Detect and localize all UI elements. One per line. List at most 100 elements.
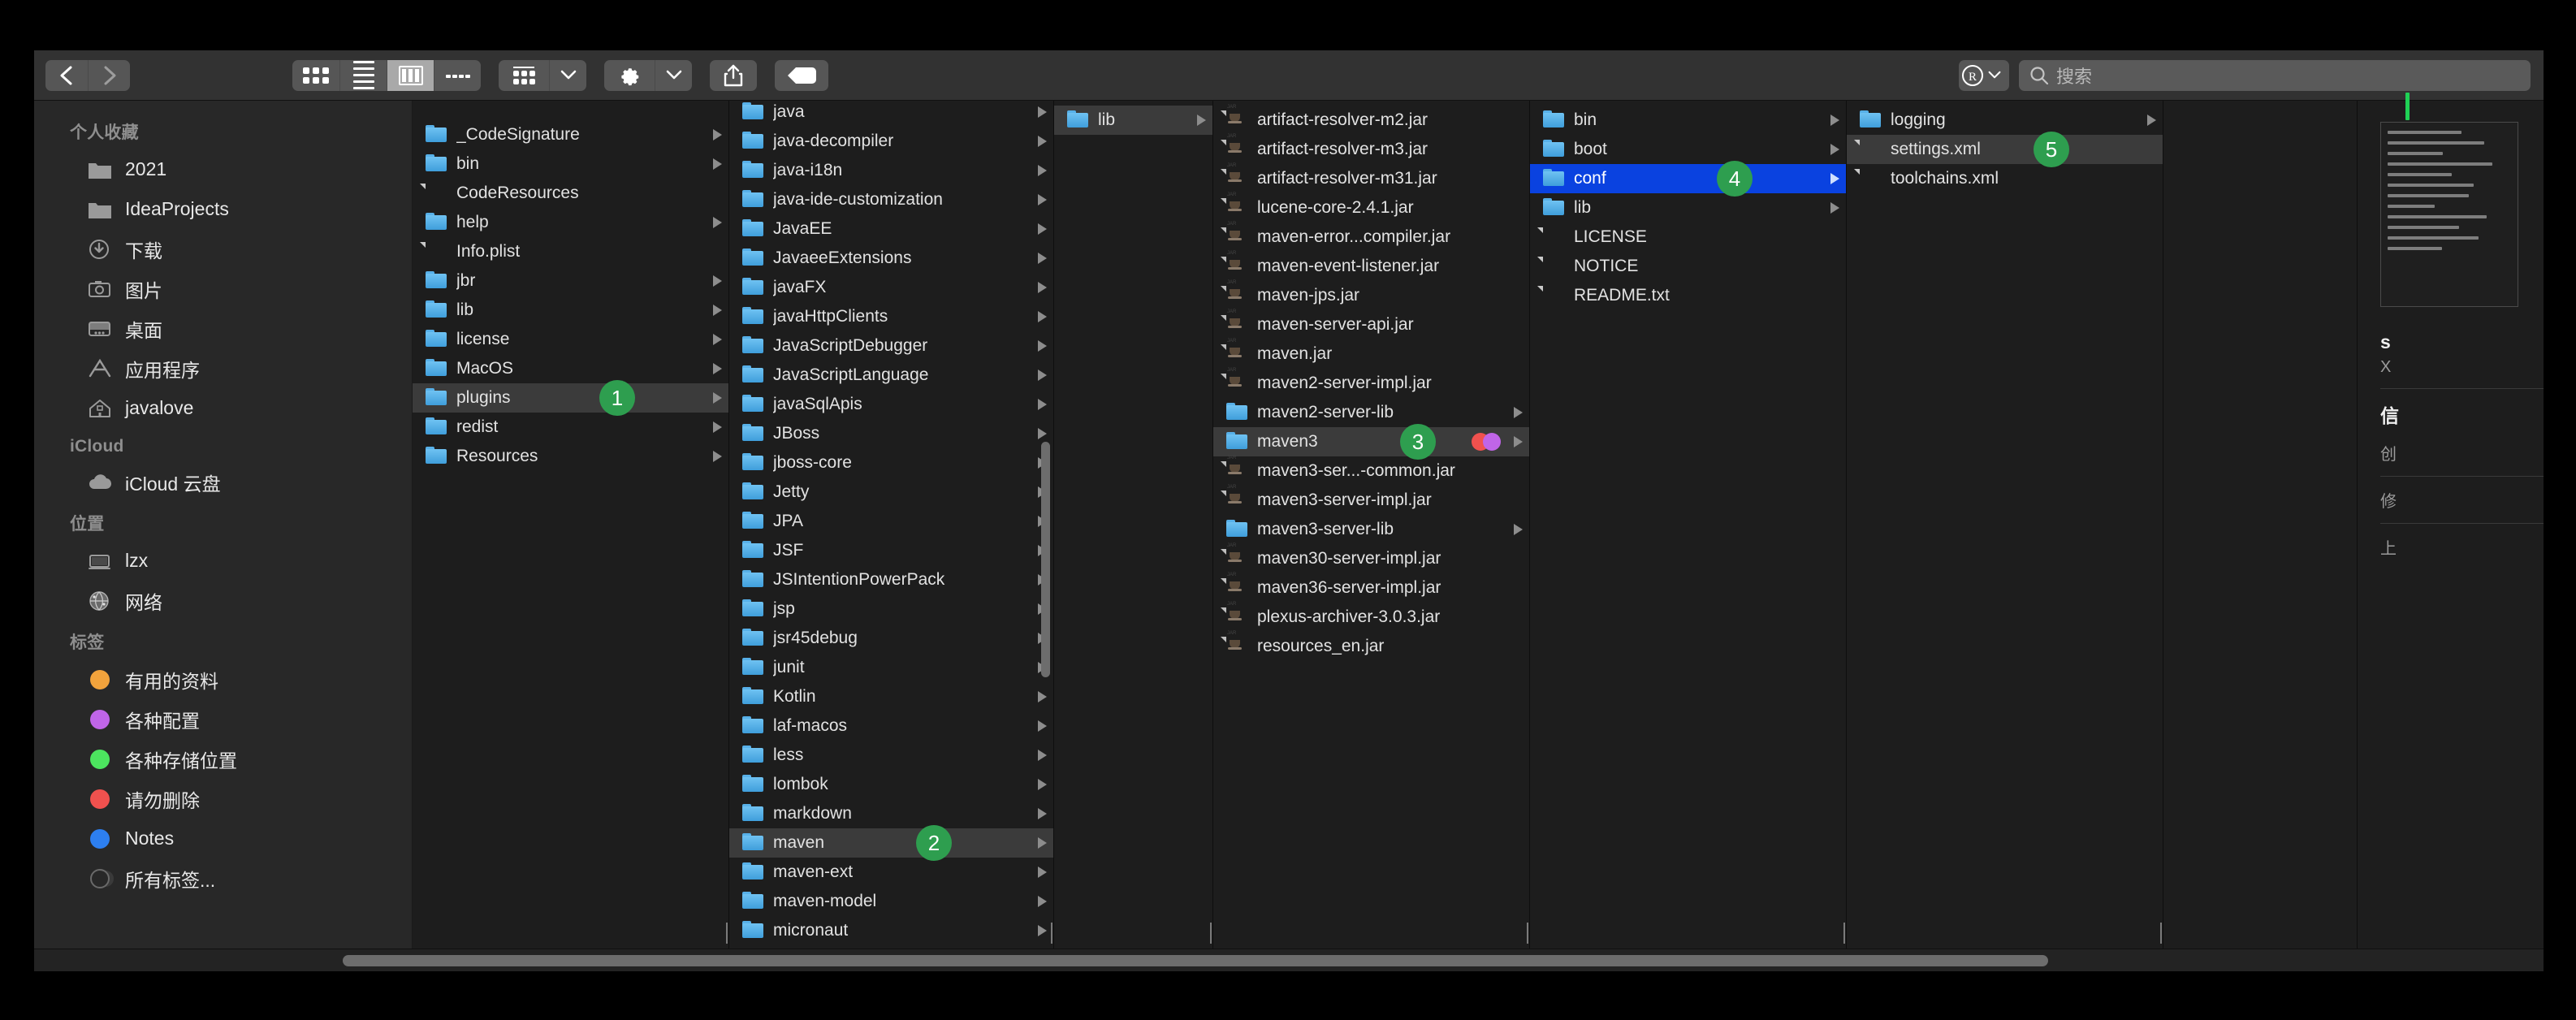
file-row[interactable]: JAR artifact-resolver-m3.jar — [1213, 134, 1529, 164]
disclosure-arrow-icon[interactable] — [713, 217, 722, 228]
file-row[interactable]: java-decompiler — [729, 127, 1053, 156]
sidebar-item-[interactable]: 有用的资料 — [34, 659, 412, 699]
file-row[interactable]: lib — [1054, 106, 1212, 135]
disclosure-arrow-icon[interactable] — [1038, 223, 1047, 235]
sidebar-item-[interactable]: 网络 — [34, 581, 412, 620]
disclosure-arrow-icon[interactable] — [1038, 428, 1047, 439]
file-row[interactable]: jsp — [729, 594, 1053, 624]
disclosure-arrow-icon[interactable] — [1038, 340, 1047, 352]
disclosure-arrow-icon[interactable] — [1038, 720, 1047, 732]
file-row[interactable]: javaFX — [729, 273, 1053, 302]
sidebar-item-[interactable]: 各种配置 — [34, 699, 412, 739]
file-row[interactable]: maven 2 — [729, 825, 1053, 861]
disclosure-arrow-icon[interactable] — [1038, 253, 1047, 264]
disclosure-arrow-icon[interactable] — [1197, 115, 1206, 126]
view-as-list-button[interactable] — [339, 59, 387, 91]
view-as-icons-button[interactable] — [292, 60, 339, 91]
file-row[interactable]: NOTICE — [1530, 252, 1846, 281]
file-row[interactable]: plugins 1 — [413, 380, 728, 416]
view-as-gallery-button[interactable] — [434, 59, 481, 91]
disclosure-arrow-icon[interactable] — [1830, 202, 1839, 214]
file-row[interactable]: less — [729, 741, 1053, 770]
file-row[interactable]: JavaEE — [729, 214, 1053, 244]
file-row[interactable]: redist — [413, 413, 728, 442]
disclosure-arrow-icon[interactable] — [1514, 407, 1523, 418]
file-row[interactable]: jboss-core — [729, 448, 1053, 478]
file-row[interactable]: JavaeeExtensions — [729, 244, 1053, 273]
disclosure-arrow-icon[interactable] — [1038, 750, 1047, 761]
file-row[interactable]: LICENSE — [1530, 223, 1846, 252]
file-row[interactable]: JavaScriptDebugger — [729, 331, 1053, 361]
file-row[interactable]: JPA — [729, 507, 1053, 536]
vertical-scrollbar[interactable] — [1041, 442, 1050, 677]
sidebar-item-[interactable]: 下载 — [34, 229, 412, 269]
sidebar-item-[interactable]: 所有标签... — [34, 858, 412, 898]
file-row[interactable]: javaHttpClients — [729, 302, 1053, 331]
disclosure-arrow-icon[interactable] — [1038, 837, 1047, 849]
disclosure-arrow-icon[interactable] — [713, 363, 722, 374]
file-row[interactable]: Jetty — [729, 478, 1053, 507]
sidebar-item-lzx[interactable]: lzx — [34, 541, 412, 581]
file-row[interactable]: javaSqlApis — [729, 390, 1053, 419]
file-row[interactable]: CodeResources — [413, 179, 728, 208]
file-row[interactable]: JAR maven-error...compiler.jar — [1213, 222, 1529, 252]
file-row[interactable]: bin — [1530, 106, 1846, 135]
disclosure-arrow-icon[interactable] — [1038, 311, 1047, 322]
file-row[interactable]: lib — [413, 296, 728, 325]
disclosure-arrow-icon[interactable] — [713, 421, 722, 433]
back-button[interactable] — [45, 60, 88, 91]
file-row[interactable]: JAR lucene-core-2.4.1.jar — [1213, 192, 1529, 223]
file-row[interactable]: JSF — [729, 536, 1053, 565]
file-row[interactable]: JAR maven.jar — [1213, 339, 1529, 369]
disclosure-arrow-icon[interactable] — [1830, 144, 1839, 155]
disclosure-arrow-icon[interactable] — [1038, 194, 1047, 205]
sidebar-item-[interactable]: 请勿删除 — [34, 779, 412, 819]
file-row[interactable]: JAR maven-server-api.jar — [1213, 309, 1529, 339]
tag-filter-button[interactable]: R — [1959, 59, 2009, 91]
disclosure-arrow-icon[interactable] — [713, 305, 722, 316]
horizontal-scrollbar-thumb[interactable] — [343, 955, 2048, 966]
action-menu-chevron[interactable] — [655, 59, 692, 91]
disclosure-arrow-icon[interactable] — [1514, 524, 1523, 535]
disclosure-arrow-icon[interactable] — [1038, 370, 1047, 381]
file-row[interactable]: settings.xml 5 — [1847, 132, 2163, 167]
file-row[interactable]: JAR maven3-ser...-common.jar — [1213, 456, 1529, 486]
share-button[interactable] — [710, 60, 757, 91]
file-row[interactable]: JAR maven3-server-impl.jar — [1213, 485, 1529, 515]
edit-tags-button[interactable] — [775, 60, 828, 91]
view-as-columns-button[interactable] — [387, 59, 434, 91]
disclosure-arrow-icon[interactable] — [1038, 896, 1047, 907]
disclosure-arrow-icon[interactable] — [713, 392, 722, 404]
file-row[interactable]: JBoss — [729, 419, 1053, 448]
disclosure-arrow-icon[interactable] — [1038, 165, 1047, 176]
sidebar-item-[interactable]: 各种存储位置 — [34, 739, 412, 779]
file-row[interactable]: laf-macos — [729, 711, 1053, 741]
file-row[interactable]: logging — [1847, 106, 2163, 135]
horizontal-scrollbar[interactable] — [34, 949, 2544, 971]
disclosure-arrow-icon[interactable] — [1038, 691, 1047, 702]
file-row[interactable]: jbr — [413, 266, 728, 296]
sidebar-item-javalove[interactable]: javalove — [34, 388, 412, 428]
disclosure-arrow-icon[interactable] — [1038, 925, 1047, 936]
file-row[interactable]: java-i18n — [729, 156, 1053, 185]
file-row[interactable]: JSIntentionPowerPack — [729, 565, 1053, 594]
file-row[interactable]: boot — [1530, 135, 1846, 164]
forward-button[interactable] — [88, 59, 130, 91]
file-row[interactable]: micronaut — [729, 916, 1053, 945]
file-row[interactable]: jsr45debug — [729, 624, 1053, 653]
sidebar-item-icloud[interactable]: iCloud 云盘 — [34, 462, 412, 502]
file-row[interactable]: maven2-server-lib — [1213, 398, 1529, 427]
file-row[interactable]: lib — [1530, 193, 1846, 223]
file-row[interactable]: junit — [729, 653, 1053, 682]
file-row[interactable]: _CodeSignature — [413, 120, 728, 149]
column-resize-handle[interactable] — [2159, 919, 2163, 947]
file-row[interactable]: JAR maven-jps.jar — [1213, 280, 1529, 310]
disclosure-arrow-icon[interactable] — [713, 158, 722, 170]
file-row[interactable]: JavaScriptLanguage — [729, 361, 1053, 390]
group-by-button[interactable] — [499, 60, 549, 91]
sidebar-item-[interactable]: 应用程序 — [34, 348, 412, 388]
file-row[interactable]: JAR resources_en.jar — [1213, 631, 1529, 661]
disclosure-arrow-icon[interactable] — [1038, 399, 1047, 410]
file-row[interactable]: JAR maven-event-listener.jar — [1213, 251, 1529, 281]
disclosure-arrow-icon[interactable] — [2147, 115, 2156, 126]
